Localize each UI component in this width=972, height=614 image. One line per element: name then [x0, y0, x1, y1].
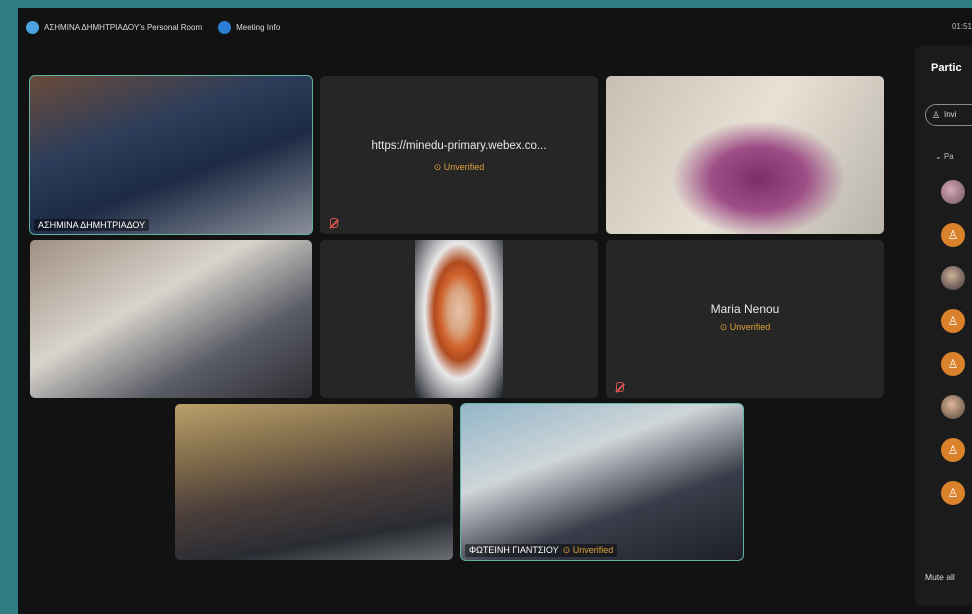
classroom-video [30, 76, 312, 234]
video-tile-7[interactable] [175, 404, 453, 560]
mic-muted-icon [616, 382, 624, 392]
participant-avatar[interactable] [941, 395, 965, 419]
person-icon: ♙ [947, 228, 959, 242]
participant-avatar[interactable]: ♙ [941, 223, 965, 247]
room-title[interactable]: ΑΣΗΜΙΝΑ ΔΗΜΗΤΡΙΑΔΟΥ's Personal Room [44, 23, 202, 32]
video-tile-1[interactable]: ΑΣΗΜΙΝΑ ΔΗΜΗΤΡΙΑΔΟΥ [29, 75, 313, 235]
webex-meeting-window: ΑΣΗΜΙΝΑ ΔΗΜΗΤΡΙΑΔΟΥ's Personal Room Meet… [18, 8, 972, 614]
video-tile-5[interactable] [320, 240, 598, 398]
meeting-clock: 01:51 [951, 22, 972, 31]
participants-panel-title: Partic [931, 62, 962, 74]
classroom-video [175, 404, 453, 560]
personal-room-icon [26, 20, 39, 34]
participant-name-label: ΑΣΗΜΙΝΑ ΔΗΜΗΤΡΙΑΔΟΥ [34, 219, 150, 231]
person-icon: ♙ [932, 110, 941, 120]
mic-muted-icon [330, 218, 338, 228]
info-icon [218, 20, 232, 34]
video-tile-2[interactable]: https://minedu-primary.webex.co... ⊙ Unv… [320, 76, 598, 234]
participant-avatar[interactable]: ♙ [941, 309, 965, 333]
device-url-label: https://minedu-primary.webex.co... [371, 140, 547, 152]
meeting-info-button[interactable]: Meeting Info [236, 23, 280, 32]
person-icon: ♙ [947, 486, 959, 500]
participants-panel: Partic ♙ Invi ⌄ Pa ♙ ♙ ♙ ♙ ♙ Mute all [915, 46, 972, 606]
invite-button[interactable]: ♙ Invi [925, 104, 972, 126]
participant-avatar[interactable]: ♙ [941, 352, 965, 376]
unverified-badge: ⊙ Unverified [719, 322, 771, 332]
participant-avatar[interactable]: ♙ [941, 438, 965, 462]
participant-video [415, 240, 503, 398]
classroom-video [461, 404, 743, 560]
video-tile-3[interactable] [606, 76, 884, 234]
video-tile-8[interactable]: ΦΩΤΕΙΝΗ ΓΙΑΝΤΣΙΟΥ ⊙ Unverified [460, 403, 744, 561]
mute-all-button[interactable]: Mute all [925, 572, 955, 582]
participant-avatar[interactable] [941, 266, 965, 290]
unverified-badge: ⊙ Unverified [433, 162, 485, 172]
video-tile-6[interactable]: Maria Nenou ⊙ Unverified [606, 240, 884, 398]
participants-section-header[interactable]: ⌄ Pa [935, 152, 954, 161]
participant-avatar[interactable] [941, 180, 965, 204]
participant-avatar[interactable]: ♙ [941, 481, 965, 505]
person-icon: ♙ [947, 357, 959, 371]
person-icon: ♙ [947, 443, 959, 457]
participant-name-label: ΦΩΤΕΙΝΗ ΓΙΑΝΤΣΙΟΥ ⊙ Unverified [465, 544, 618, 557]
top-bar: ΑΣΗΜΙΝΑ ΔΗΜΗΤΡΙΑΔΟΥ's Personal Room Meet… [18, 8, 972, 46]
classroom-video [30, 240, 312, 398]
person-icon: ♙ [947, 314, 959, 328]
participant-name: Maria Nenou [710, 302, 780, 316]
participant-video [606, 76, 884, 234]
video-tile-4[interactable] [30, 240, 312, 398]
